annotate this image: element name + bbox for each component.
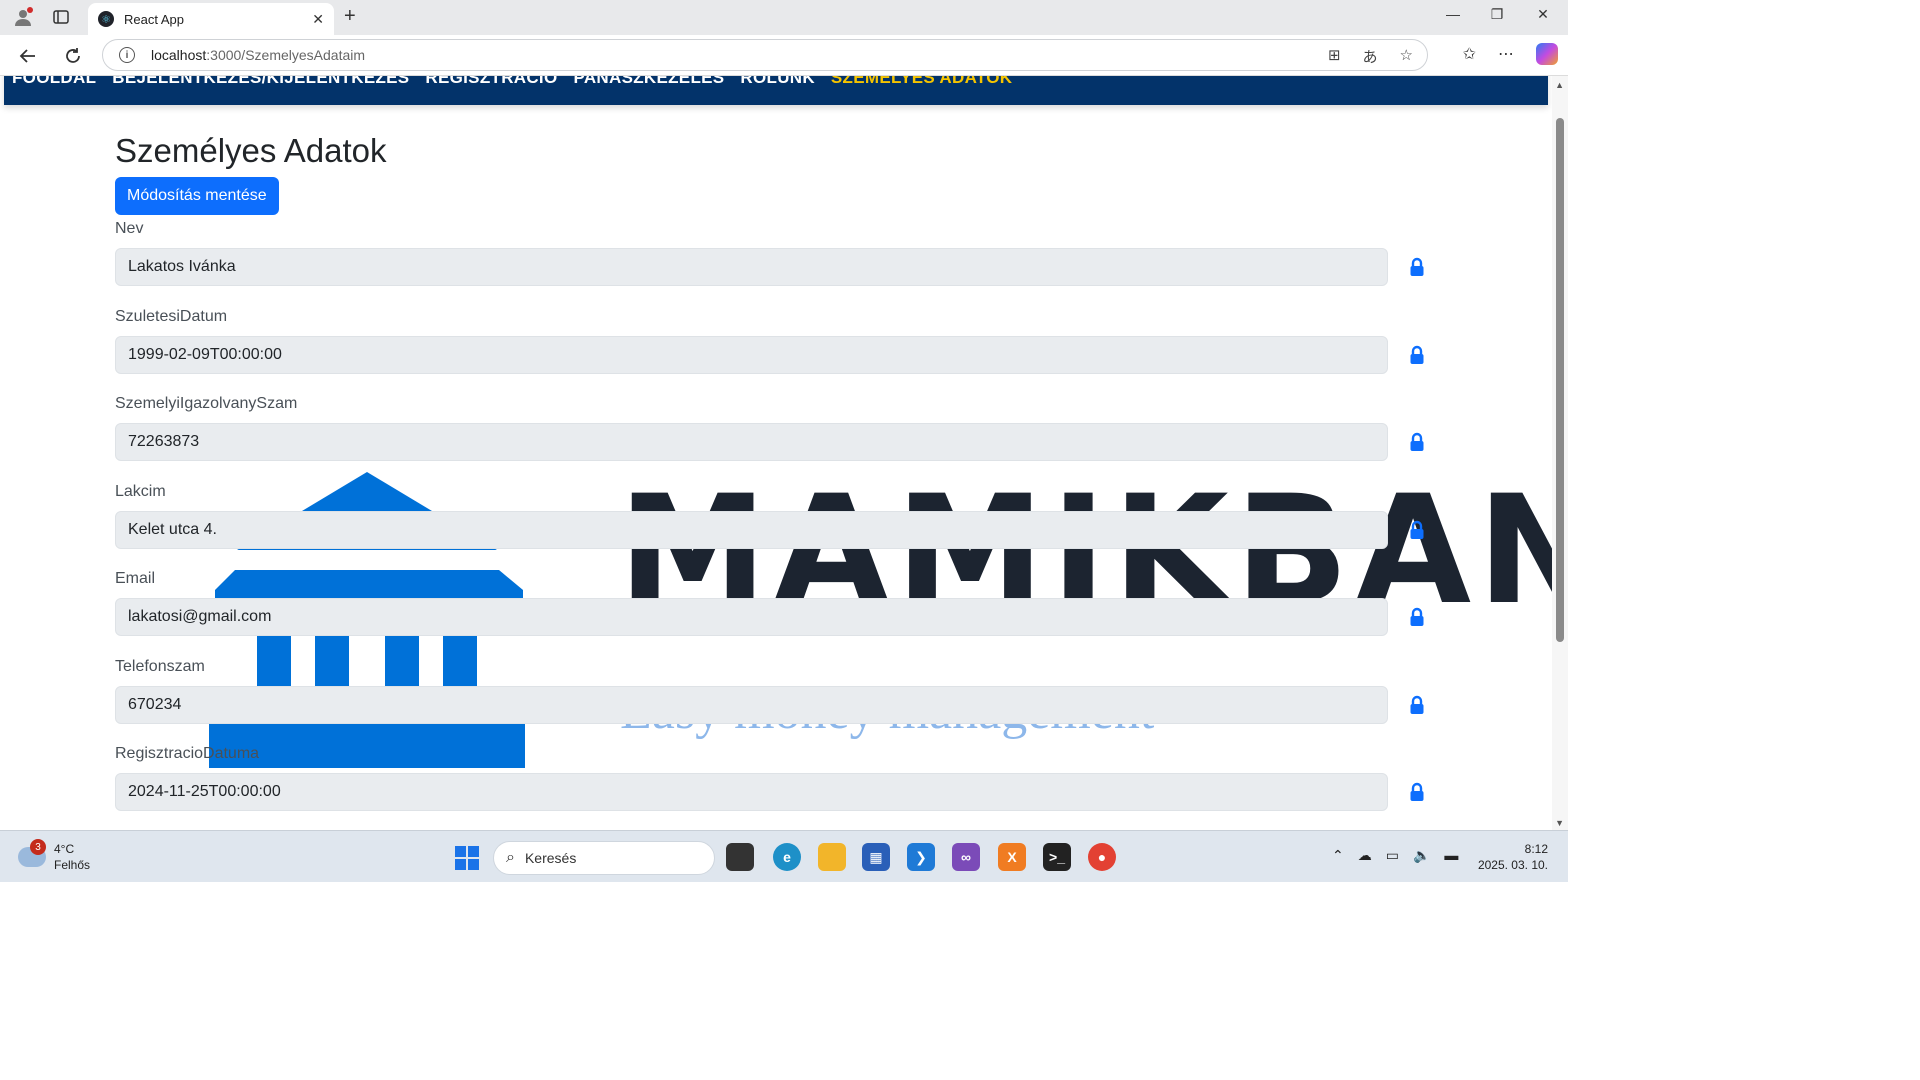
favorites-icon[interactable]: ✩: [1463, 44, 1476, 64]
minimize-icon[interactable]: —: [1438, 6, 1468, 22]
nav-item-4[interactable]: RÓLUNK: [740, 76, 815, 88]
terminal-icon[interactable]: >_: [1043, 843, 1071, 871]
back-icon[interactable]: [16, 44, 40, 68]
vscode-icon[interactable]: ❯: [907, 843, 935, 871]
field-input-szuletesidatum[interactable]: 1999-02-09T00:00:00: [115, 335, 1388, 374]
file-explorer-icon[interactable]: [818, 843, 846, 871]
lock-icon[interactable]: [1407, 607, 1427, 627]
react-favicon-icon: ⚛: [98, 11, 114, 27]
save-changes-button[interactable]: Módosítás mentése: [115, 177, 279, 215]
chrome-icon[interactable]: ●: [1088, 843, 1116, 871]
visual-studio-icon[interactable]: ∞: [952, 843, 980, 871]
lock-icon[interactable]: [1407, 695, 1427, 715]
favorite-star-icon[interactable]: ☆: [1400, 46, 1413, 67]
page-scrollbar[interactable]: ▲ ▼: [1552, 76, 1568, 830]
field-input-email[interactable]: lakatosi@gmail.com: [115, 598, 1388, 636]
nav-item-1[interactable]: BEJELENTKEZÉS/KIJELENTKEZÉS: [112, 76, 409, 88]
taskbar-search[interactable]: ⌕ Keresés: [493, 841, 715, 875]
weather-desc: Felhős: [54, 858, 91, 872]
task-view-icon[interactable]: [726, 843, 754, 871]
nav-item-5[interactable]: SZEMÉLYES ADATOK: [831, 76, 1012, 88]
lock-icon[interactable]: [1407, 520, 1427, 540]
url-path: :3000/SzemelyesAdataim: [206, 47, 366, 63]
field-label: SzuletesiDatum: [115, 307, 228, 325]
page-viewport: MAMIKBANK Easy money management FŐOLDALB…: [0, 76, 1568, 830]
site-info-icon[interactable]: i: [119, 47, 135, 63]
more-menu-icon[interactable]: ⋯: [1498, 44, 1514, 64]
copilot-icon[interactable]: [1536, 43, 1558, 65]
tab-title: React App: [124, 11, 184, 27]
xampp-icon[interactable]: X: [998, 843, 1026, 871]
field-input-telefonszam[interactable]: 670234: [115, 685, 1388, 724]
restore-icon[interactable]: ❐: [1482, 6, 1512, 23]
field-label: Email: [115, 570, 156, 587]
clock-time: 8:12: [1524, 842, 1548, 856]
reload-icon[interactable]: [61, 44, 85, 68]
tray-expand-icon[interactable]: ⌃: [1332, 847, 1344, 864]
field-label: Telefonszam: [115, 657, 205, 675]
lock-icon[interactable]: [1407, 782, 1427, 802]
scroll-down-icon[interactable]: ▼: [1555, 818, 1564, 828]
field-label: RegisztracioDatuma: [115, 745, 260, 762]
scroll-up-icon[interactable]: ▲: [1555, 80, 1564, 90]
new-tab-icon[interactable]: +: [344, 5, 356, 28]
lock-icon[interactable]: [1407, 257, 1427, 277]
page-title: Személyes Adatok: [115, 132, 387, 169]
weather-badge: 3: [30, 839, 46, 855]
nav-item-0[interactable]: FŐOLDAL: [12, 76, 96, 88]
address-bar: i localhost:3000/SzemelyesAdataim ⊞ あ ☆ …: [0, 35, 1568, 76]
field-input-nev[interactable]: Lakatos Ivánka: [115, 248, 1388, 286]
field-label: Nev: [115, 220, 144, 237]
weather-temp: 4°C: [54, 842, 75, 856]
weather-widget[interactable]: 3 4°C Felhős: [18, 839, 91, 873]
field-label: Lakcim: [115, 482, 166, 500]
window-close-icon[interactable]: ✕: [1528, 6, 1558, 23]
read-aloud-icon[interactable]: あ: [1363, 46, 1378, 67]
windows-taskbar: 3 4°C Felhős ⌕ Keresés e ▦ ❯ ∞ X >_ ● ⌃ …: [0, 830, 1568, 882]
onedrive-icon[interactable]: ☁: [1358, 847, 1372, 864]
scroll-thumb[interactable]: [1556, 118, 1564, 642]
url-host: localhost: [151, 47, 207, 63]
search-icon: ⌕: [506, 849, 515, 866]
nav-item-3[interactable]: PANASZKEZELÉS: [573, 76, 724, 88]
battery-icon[interactable]: ▬: [1444, 847, 1458, 864]
field-label: SzemelyiIgazolvanySzam: [115, 395, 298, 412]
lock-icon[interactable]: [1407, 432, 1427, 452]
search-placeholder: Keresés: [524, 850, 577, 866]
tab-actions-icon[interactable]: [50, 6, 72, 28]
cloud-icon: 3: [18, 839, 46, 867]
url-input[interactable]: i localhost:3000/SzemelyesAdataim ⊞ あ ☆: [102, 39, 1428, 71]
field-input-regisztraciodatuma[interactable]: 2024-11-25T00:00:00: [115, 773, 1388, 811]
system-clock[interactable]: 8:12 2025. 03. 10.: [1472, 841, 1548, 873]
top-navbar: FŐOLDAL BEJELENTKEZÉS/KIJELENTKEZÉS REGISZ…: [4, 76, 1548, 105]
app-install-icon[interactable]: ⊞: [1328, 46, 1341, 67]
browser-tab-bar: ⚛ React App ✕ + — ❐ ✕: [0, 0, 1568, 35]
field-input-lakcim[interactable]: Kelet utca 4.: [115, 510, 1388, 549]
field-input-szemelyiigazolvanyszam[interactable]: 72263873: [115, 423, 1388, 461]
browser-tab[interactable]: ⚛ React App ✕: [88, 3, 334, 35]
profile-icon[interactable]: [12, 6, 34, 28]
clock-date: 2025. 03. 10.: [1477, 858, 1548, 872]
tab-close-icon[interactable]: ✕: [312, 11, 324, 28]
lock-icon[interactable]: [1407, 345, 1427, 365]
microsoft-store-icon[interactable]: ▦: [862, 843, 890, 871]
nav-item-2[interactable]: REGISZTRÁCIÓ: [425, 76, 557, 88]
edge-browser-icon[interactable]: e: [773, 843, 801, 871]
volume-icon[interactable]: 🔈: [1413, 847, 1430, 864]
network-icon[interactable]: ▭: [1386, 847, 1399, 864]
windows-start-icon[interactable]: [455, 846, 479, 870]
